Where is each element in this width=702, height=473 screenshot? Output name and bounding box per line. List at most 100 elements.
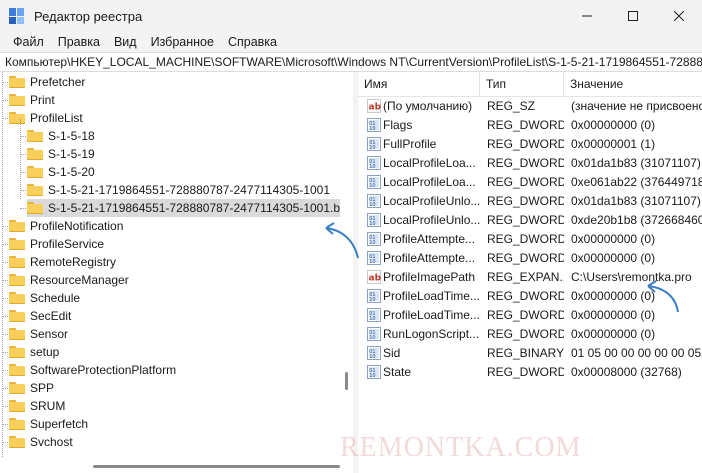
tree-item[interactable]: SPP	[9, 379, 54, 397]
tree-item[interactable]: SecEdit	[9, 307, 71, 325]
tree-item[interactable]: ProfileService	[9, 235, 104, 253]
binary-value-icon: 0110	[367, 365, 381, 379]
tree-item-label: setup	[30, 345, 60, 359]
column-header-data[interactable]: Значение	[564, 72, 702, 97]
column-header-name[interactable]: Имя	[358, 72, 480, 97]
value-type: REG_BINARY	[487, 346, 564, 360]
tree-item[interactable]: Prefetcher	[9, 73, 85, 91]
value-row[interactable]: 01 10 LocalProfileLoa... REG_DWORD 0xe061ab2…	[358, 173, 702, 192]
minimize-button[interactable]	[564, 0, 610, 32]
menu-file[interactable]: Файл	[6, 32, 51, 52]
tree-item[interactable]: Print	[9, 91, 55, 109]
value-row[interactable]: 01 10 Flags REG_DWORD 0x00000000 (0)	[358, 116, 702, 135]
svg-text:10: 10	[369, 354, 375, 360]
maximize-icon	[628, 11, 638, 21]
tree-vertical-scrollbar[interactable]	[340, 72, 353, 458]
binary-value-icon: 0110	[367, 327, 381, 341]
tree-item[interactable]: SRUM	[9, 397, 65, 415]
tree-item[interactable]: Schedule	[9, 289, 80, 307]
tree-item[interactable]: RemoteRegistry	[9, 253, 116, 271]
tree-item[interactable]: Sensor	[9, 325, 68, 343]
tree-item[interactable]: S-1-5-20	[27, 163, 95, 181]
watermark: REMONTKA.COM	[340, 432, 582, 463]
value-data: C:\Users\remontka.pro	[571, 270, 692, 284]
value-row[interactable]: 01 10 ProfileLoadTime... REG_DWORD 0x0000000…	[358, 287, 702, 306]
value-row[interactable]: 01 10 FullProfile REG_DWORD 0x00000001 (1)	[358, 135, 702, 154]
minimize-icon	[582, 15, 592, 17]
value-type: REG_SZ	[487, 99, 536, 113]
folder-icon	[9, 418, 25, 430]
registry-key-tree[interactable]: Prefetcher Print ProfileList S-1-5-18 S-1-5-…	[0, 72, 353, 473]
value-type: REG_EXPAN...	[487, 270, 564, 284]
value-name: ProfileLoadTime...	[383, 308, 480, 322]
value-row[interactable]: 01 10 State REG_DWORD 0x00008000 (32768)	[358, 363, 702, 382]
tree-item-label: Print	[30, 93, 55, 107]
value-row[interactable]: ab ProfileImagePath REG_EXPAN... C:\Users\r…	[358, 268, 702, 287]
folder-icon	[9, 382, 25, 394]
folder-icon	[27, 202, 43, 214]
binary-value-icon: 0110	[367, 232, 381, 246]
value-row[interactable]: 01 10 ProfileLoadTime... REG_DWORD 0x0000000…	[358, 306, 702, 325]
value-row[interactable]: 01 10 Sid REG_BINARY 01 05 00 00 00 00 00 05…	[358, 344, 702, 363]
registry-values-list[interactable]: Имя Тип Значение ab (По умолчанию) REG_SZ(…	[358, 72, 702, 473]
menu-edit[interactable]: Правка	[51, 32, 107, 52]
values-list-header: Имя Тип Значение	[358, 72, 702, 97]
folder-icon	[27, 130, 43, 142]
value-row[interactable]: 01 10 LocalProfileLoa... REG_DWORD 0x01da1b8…	[358, 154, 702, 173]
value-data: 0x00000000 (0)	[571, 232, 656, 246]
tree-item[interactable]: Superfetch	[9, 415, 88, 433]
maximize-button[interactable]	[610, 0, 656, 32]
value-data: 0x00008000 (32768)	[571, 365, 682, 379]
folder-icon	[9, 94, 25, 106]
title-bar: Редактор реестра	[0, 0, 702, 32]
close-button[interactable]	[656, 0, 702, 32]
binary-value-icon: 0110	[367, 194, 381, 208]
menu-view[interactable]: Вид	[107, 32, 144, 52]
tree-item[interactable]: S-1-5-18	[27, 127, 95, 145]
string-value-icon: ab	[367, 99, 381, 113]
value-data: 0x00000001 (1)	[571, 137, 656, 151]
value-row[interactable]: 01 10 ProfileAttempte... REG_DWORD 0x0000000…	[358, 249, 702, 268]
svg-text:10: 10	[369, 202, 375, 208]
folder-icon	[27, 148, 43, 160]
value-row[interactable]: 01 10 LocalProfileUnlo... REG_DWORD 0xde20b1…	[358, 211, 702, 230]
tree-horizontal-scrollbar[interactable]	[0, 458, 353, 473]
column-header-type[interactable]: Тип	[480, 72, 564, 97]
tree-guide-line	[2, 72, 3, 473]
value-data: 0x01da1b83 (31071107)	[571, 194, 701, 208]
address-bar[interactable]: Компьютер\HKEY_LOCAL_MACHINE\SOFTWARE\Mi…	[0, 52, 702, 72]
tree-item[interactable]: S-1-5-19	[27, 145, 95, 163]
tree-horizontal-scroll-thumb[interactable]	[93, 465, 340, 468]
tree-item[interactable]: ResourceManager	[9, 271, 129, 289]
tree-item[interactable]: S-1-5-21-1719864551-728880787-2477114305…	[27, 199, 353, 217]
tree-item[interactable]: S-1-5-21-1719864551-728880787-2477114305…	[27, 181, 330, 199]
menu-help[interactable]: Справка	[221, 32, 284, 52]
folder-icon	[9, 400, 25, 412]
value-data: 0x00000000 (0)	[571, 118, 656, 132]
folder-icon	[9, 364, 25, 376]
tree-item-label: S-1-5-20	[48, 165, 95, 179]
value-row[interactable]: 01 10 ProfileAttempte... REG_DWORD 0x0000000…	[358, 230, 702, 249]
svg-text:ab: ab	[369, 274, 382, 284]
binary-value-icon: 0110	[367, 289, 381, 303]
folder-icon	[9, 76, 25, 88]
tree-item[interactable]: setup	[9, 343, 59, 361]
tree-item-label: S-1-5-18	[48, 129, 95, 143]
binary-value-icon: 0110	[367, 346, 381, 360]
folder-icon	[9, 112, 25, 124]
folder-icon	[9, 328, 25, 340]
value-row[interactable]: 01 10 LocalProfileUnlo... REG_DWORD 0x01da1b…	[358, 192, 702, 211]
registry-editor-icon	[9, 8, 25, 24]
menu-favorites[interactable]: Избранное	[144, 32, 221, 52]
tree-item[interactable]: SoftwareProtectionPlatform	[9, 361, 176, 379]
tree-item-label: S-1-5-21-1719864551-728880787-2477114305…	[48, 201, 353, 215]
tree-item[interactable]: Svchost	[9, 433, 73, 451]
tree-item[interactable]: ProfileNotification	[9, 217, 123, 235]
tree-item-label: Schedule	[30, 291, 81, 305]
value-name: ProfileAttempte...	[383, 232, 476, 246]
svg-text:10: 10	[369, 164, 375, 170]
value-row[interactable]: ab (По умолчанию) REG_SZ (значение не присв…	[358, 97, 702, 116]
value-row[interactable]: 01 10 RunLogonScript... REG_DWORD 0x00000000…	[358, 325, 702, 344]
value-type: REG_DWORD	[487, 308, 564, 322]
tree-vertical-scroll-thumb[interactable]	[345, 372, 348, 390]
